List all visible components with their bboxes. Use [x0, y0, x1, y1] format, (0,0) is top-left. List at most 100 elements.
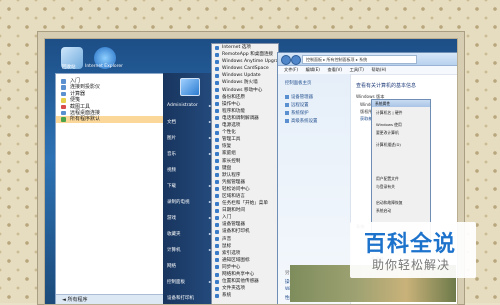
start-right-devices-printers[interactable]: 设备和打印机: [167, 295, 194, 301]
control-panel-item-icon: [215, 52, 219, 57]
menu-view[interactable]: 查看(V): [328, 66, 343, 74]
control-panel-item-icon: [215, 279, 219, 284]
submenu-item[interactable]: 电话和调制解调器: [212, 115, 278, 122]
submenu-item[interactable]: 日期和时间: [212, 207, 278, 214]
start-right-downloads[interactable]: 下载: [167, 183, 176, 189]
start-right-network[interactable]: 网络: [167, 263, 176, 269]
control-panel-item-icon: [215, 272, 219, 277]
submenu-item[interactable]: 家庭组: [212, 150, 278, 157]
submenu-item[interactable]: 电源选项: [212, 122, 278, 129]
submenu-item[interactable]: 轻松访问中心: [212, 186, 278, 193]
start-right-control-panel[interactable]: 控制面板: [167, 279, 185, 285]
control-panel-item-icon: [215, 286, 219, 291]
menu-help[interactable]: 帮助(H): [371, 66, 386, 74]
start-right-music[interactable]: 音乐: [167, 151, 176, 157]
start-right-favorites[interactable]: 收藏夹: [167, 231, 181, 237]
system-protection-link[interactable]: 系统保护: [285, 110, 309, 116]
start-right-games[interactable]: 游戏: [167, 215, 176, 221]
address-bar[interactable]: 控制面板 ▸ 所有控制面板项 ▸ 系统: [302, 55, 417, 64]
start-right-user[interactable]: Administrator: [167, 103, 198, 108]
submenu-item[interactable]: 备份和还原: [212, 94, 278, 101]
watermark-subtitle: 助你轻松解决: [372, 258, 451, 272]
submenu-item[interactable]: 入门: [212, 214, 278, 221]
start-right-computer[interactable]: 计算机: [167, 247, 181, 253]
remote-desktop-icon: [61, 110, 66, 116]
control-panel-item-icon: [215, 187, 219, 192]
projector-icon: [61, 85, 66, 90]
control-panel-item-icon: [215, 208, 219, 213]
control-panel-item-icon: [215, 144, 219, 149]
submenu-item[interactable]: 区域和语言: [212, 193, 278, 200]
submenu-item[interactable]: Windows Update: [212, 72, 278, 79]
control-panel-item-icon: [215, 137, 219, 142]
dialog-line: 要更改计算机: [376, 130, 399, 135]
submenu-item[interactable]: 默认程序: [212, 172, 278, 179]
submenu-item[interactable]: 同步中心: [212, 264, 278, 271]
submenu-item[interactable]: 索引选项: [212, 250, 278, 257]
advanced-system-settings-link[interactable]: 高级系统设置: [285, 118, 317, 124]
control-panel-item-icon: [215, 59, 219, 64]
submenu-item[interactable]: 设备管理器: [212, 221, 278, 228]
control-panel-item-icon: [215, 130, 219, 135]
shield-icon: [285, 94, 289, 99]
submenu-item[interactable]: 管理工具: [212, 136, 278, 143]
dialog-line: Windows 使用: [376, 122, 402, 127]
control-panel-item-icon: [215, 151, 219, 156]
control-panel-item-icon: [215, 102, 219, 107]
submenu-item[interactable]: 家长控制: [212, 158, 278, 165]
start-right-documents[interactable]: 文档: [167, 119, 176, 125]
menu-file[interactable]: 文件(F): [284, 66, 298, 74]
submenu-item[interactable]: Windows CardSpace: [212, 65, 278, 72]
start-item-default-programs[interactable]: 所有程序默认: [56, 116, 164, 123]
shield-icon: [285, 118, 289, 123]
all-programs-button[interactable]: ◄ 所有程序: [56, 294, 164, 304]
dialog-title: 系统属性: [372, 100, 430, 107]
submenu-item[interactable]: 网络和共享中心: [212, 271, 278, 278]
submenu-item[interactable]: 任务栏和「开始」菜单: [212, 200, 278, 207]
submenu-item[interactable]: RemoteApp 和桌面连接: [212, 51, 278, 58]
submenu-item[interactable]: 位置和其他传感器: [212, 278, 278, 285]
submenu-item[interactable]: 声音: [212, 236, 278, 243]
start-menu-left-panel: 入门 连接到投影仪 计算器 便笺 截图工具 远程桌面连接 所有程序默认 ◄ 所有…: [55, 73, 165, 304]
submenu-item[interactable]: 凭据管理器: [212, 179, 278, 186]
submenu-item[interactable]: Windows Anytime Upgrade: [212, 58, 284, 65]
control-panel-item-icon: [215, 173, 219, 178]
forward-icon[interactable]: [291, 55, 301, 65]
control-panel-item-icon: [215, 237, 219, 242]
submenu-item[interactable]: 文件夹选项: [212, 285, 278, 292]
submenu-item[interactable]: Internet 选项: [212, 44, 278, 51]
start-right-pictures[interactable]: 图片: [167, 135, 176, 141]
submenu-item[interactable]: 系统: [212, 292, 278, 299]
remote-settings-link[interactable]: 远程设置: [285, 102, 309, 108]
back-icon[interactable]: [281, 55, 291, 65]
submenu-item[interactable]: 操作中心: [212, 101, 278, 108]
start-right-videos[interactable]: 视频: [167, 167, 176, 173]
submenu-item[interactable]: 通知区域图标: [212, 257, 278, 264]
start-right-recorded-tv[interactable]: 录制的电视: [167, 199, 190, 205]
menu-tools[interactable]: 工具(T): [350, 66, 364, 74]
dialog-line: 用户配置文件: [376, 176, 399, 181]
control-panel-item-icon: [215, 258, 219, 263]
submenu-item[interactable]: 恢复: [212, 143, 278, 150]
control-panel-item-icon: [215, 222, 219, 227]
control-panel-item-icon: [215, 201, 219, 206]
control-panel-item-icon: [215, 166, 219, 171]
submenu-item[interactable]: 个性化: [212, 129, 278, 136]
control-panel-item-icon: [215, 73, 219, 78]
submenu-item[interactable]: 鼠标: [212, 243, 278, 250]
shield-icon: [285, 110, 289, 115]
menu-edit[interactable]: 编辑(E): [306, 66, 320, 74]
control-panel-item-icon: [215, 116, 219, 121]
submenu-item[interactable]: Windows 移动中心: [212, 87, 278, 94]
control-panel-submenu: Internet 选项 RemoteApp 和桌面连接 Windows Anyt…: [211, 43, 284, 304]
watermark-title: 百科全说: [364, 232, 457, 257]
control-panel-item-icon: [215, 180, 219, 185]
submenu-item[interactable]: 程序和功能: [212, 108, 278, 115]
control-panel-home-link[interactable]: 控制面板主页: [285, 80, 311, 86]
device-manager-link[interactable]: 设备管理器: [285, 94, 313, 100]
submenu-item[interactable]: 键盘: [212, 165, 278, 172]
control-panel-item-icon: [215, 194, 219, 199]
submenu-item[interactable]: 设备和打印机: [212, 228, 278, 235]
submenu-item[interactable]: Windows 防火墙: [212, 79, 278, 86]
dialog-tabs[interactable]: 计算机名 | 硬件: [376, 110, 402, 116]
